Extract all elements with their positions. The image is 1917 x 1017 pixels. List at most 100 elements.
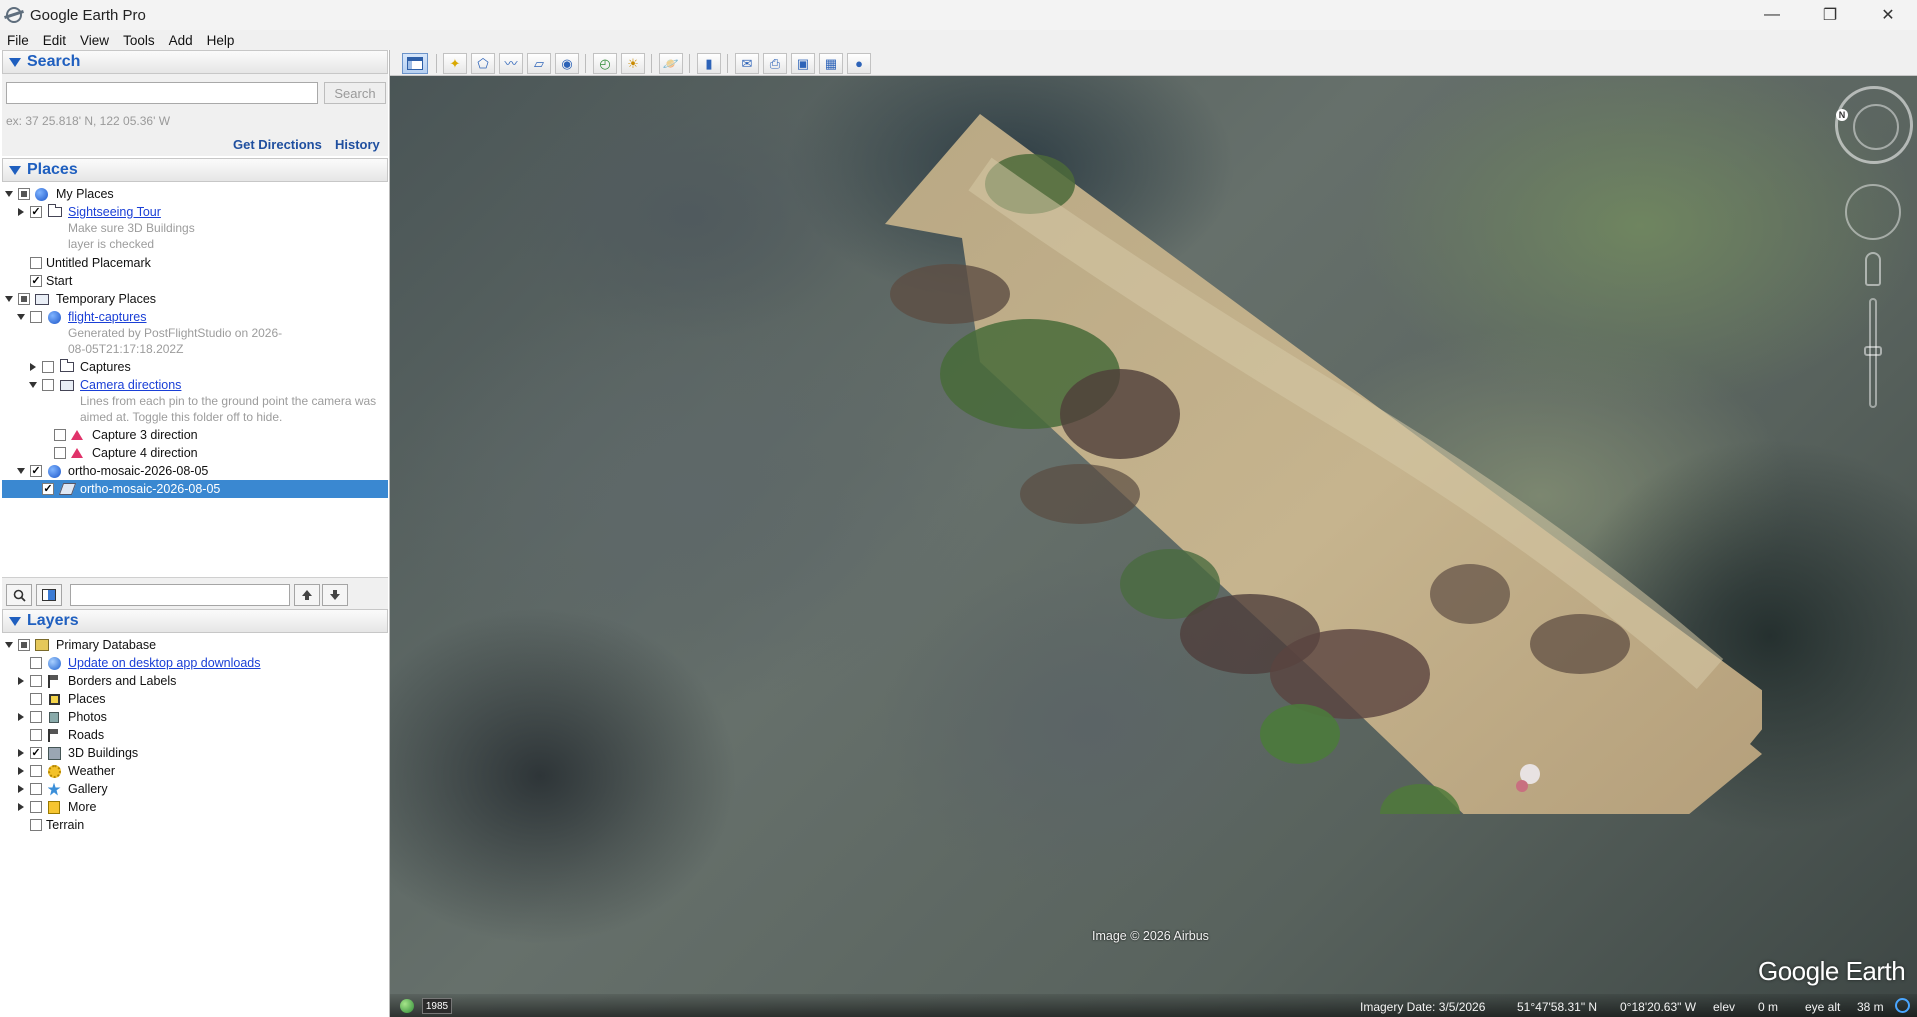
search-places-button[interactable] xyxy=(6,584,32,606)
flight-captures-link[interactable]: flight-captures xyxy=(68,310,147,324)
sightseeing-tour-link[interactable]: Sightseeing Tour xyxy=(68,205,161,219)
menu-help[interactable]: Help xyxy=(200,33,242,48)
move-up-button[interactable] xyxy=(294,584,320,606)
capture-3-checkbox[interactable] xyxy=(54,429,66,441)
ruler-button[interactable]: ▮ xyxy=(697,53,721,74)
layer-3d-buildings[interactable]: ✓ 3D Buildings xyxy=(2,744,388,762)
expand-arrow-icon[interactable] xyxy=(16,313,25,322)
north-indicator-icon[interactable]: N xyxy=(1836,109,1848,121)
menu-tools[interactable]: Tools xyxy=(116,33,162,48)
my-places-checkbox[interactable] xyxy=(18,188,30,200)
expand-arrow-icon[interactable] xyxy=(16,767,25,776)
ortho-folder-checkbox[interactable]: ✓ xyxy=(30,465,42,477)
borders-checkbox[interactable] xyxy=(30,675,42,687)
update-checkbox[interactable] xyxy=(30,657,42,669)
layer-roads[interactable]: Roads xyxy=(2,726,388,744)
tree-item-ortho-overlay[interactable]: ✓ ortho-mosaic-2026-08-05 xyxy=(2,480,388,498)
switch-planet-button[interactable]: 🪐 xyxy=(659,53,683,74)
street-view-pegman-icon[interactable] xyxy=(1865,252,1881,286)
print-button[interactable]: ⎙ xyxy=(763,53,787,74)
search-section-header[interactable]: Search xyxy=(2,50,388,74)
sightseeing-checkbox[interactable]: ✓ xyxy=(30,206,42,218)
record-tour-button[interactable]: ◉ xyxy=(555,53,579,74)
untitled-placemark-checkbox[interactable] xyxy=(30,257,42,269)
capture-4-checkbox[interactable] xyxy=(54,447,66,459)
expand-arrow-icon[interactable] xyxy=(16,467,25,476)
map-view[interactable]: Image © 2026 Airbus Google Earth N 1985 … xyxy=(390,76,1917,1017)
layer-places[interactable]: Places xyxy=(2,690,388,708)
tree-item-capture-3-direction[interactable]: Capture 3 direction xyxy=(2,426,388,444)
layer-primary-database[interactable]: Primary Database xyxy=(2,636,388,654)
save-image-button[interactable]: ▣ xyxy=(791,53,815,74)
expand-arrow-icon[interactable] xyxy=(16,803,25,812)
expand-arrow-icon[interactable] xyxy=(16,749,25,758)
sidebar-toggle-button[interactable] xyxy=(402,53,428,74)
gallery-checkbox[interactable] xyxy=(30,783,42,795)
add-path-button[interactable]: 〰 xyxy=(499,53,523,74)
layer-more[interactable]: More xyxy=(2,798,388,816)
tree-item-start[interactable]: ✓ Start xyxy=(2,272,388,290)
add-image-overlay-button[interactable]: ▱ xyxy=(527,53,551,74)
menu-add[interactable]: Add xyxy=(162,33,200,48)
expand-arrow-icon[interactable] xyxy=(28,363,37,372)
flight-captures-checkbox[interactable] xyxy=(30,311,42,323)
menu-view[interactable]: View xyxy=(73,33,116,48)
layer-update-downloads[interactable]: Update on desktop app downloads xyxy=(2,654,388,672)
compass-ring[interactable] xyxy=(1835,86,1913,164)
layer-terrain[interactable]: Terrain xyxy=(2,816,388,834)
places-section-header[interactable]: Places xyxy=(2,158,388,182)
tree-item-sightseeing-tour[interactable]: ✓ Sightseeing Tour xyxy=(2,203,388,221)
roads-checkbox[interactable] xyxy=(30,729,42,741)
temporary-places-checkbox[interactable] xyxy=(18,293,30,305)
tree-item-captures[interactable]: Captures xyxy=(2,358,388,376)
captures-checkbox[interactable] xyxy=(42,361,54,373)
search-button[interactable]: Search xyxy=(324,82,386,104)
tree-item-capture-4-direction[interactable]: Capture 4 direction xyxy=(2,444,388,462)
menu-edit[interactable]: Edit xyxy=(36,33,73,48)
minimize-button[interactable]: — xyxy=(1743,0,1801,30)
buildings-checkbox[interactable]: ✓ xyxy=(30,747,42,759)
email-button[interactable]: ✉ xyxy=(735,53,759,74)
zoom-slider-thumb[interactable] xyxy=(1864,346,1882,356)
expand-arrow-icon[interactable] xyxy=(16,208,25,217)
expand-arrow-icon[interactable] xyxy=(28,381,37,390)
close-button[interactable]: ✕ xyxy=(1859,0,1917,30)
move-down-button[interactable] xyxy=(322,584,348,606)
tree-item-temporary-places[interactable]: Temporary Places xyxy=(2,290,388,308)
layer-weather[interactable]: Weather xyxy=(2,762,388,780)
weather-checkbox[interactable] xyxy=(30,765,42,777)
update-downloads-link[interactable]: Update on desktop app downloads xyxy=(68,656,261,670)
add-polygon-button[interactable]: ⬠ xyxy=(471,53,495,74)
layer-borders-labels[interactable]: Borders and Labels xyxy=(2,672,388,690)
primary-database-checkbox[interactable] xyxy=(18,639,30,651)
expand-arrow-icon[interactable] xyxy=(4,295,13,304)
start-checkbox[interactable]: ✓ xyxy=(30,275,42,287)
expand-arrow-icon[interactable] xyxy=(16,677,25,686)
historical-imagery-icon[interactable] xyxy=(400,999,414,1013)
imagery-year-badge[interactable]: 1985 xyxy=(422,998,452,1014)
places-layer-checkbox[interactable] xyxy=(30,693,42,705)
move-joystick[interactable] xyxy=(1845,184,1901,240)
add-placemark-button[interactable]: ✦ xyxy=(443,53,467,74)
tree-item-untitled-placemark[interactable]: Untitled Placemark xyxy=(2,254,388,272)
history-link[interactable]: History xyxy=(335,137,380,152)
expand-arrow-icon[interactable] xyxy=(4,641,13,650)
layers-section-header[interactable]: Layers xyxy=(2,609,388,633)
tree-item-flight-captures[interactable]: flight-captures xyxy=(2,308,388,326)
camera-directions-link[interactable]: Camera directions xyxy=(80,378,181,392)
expand-arrow-icon[interactable] xyxy=(16,713,25,722)
view-in-maps-button[interactable]: ▦ xyxy=(819,53,843,74)
search-input[interactable] xyxy=(6,82,318,104)
tree-item-ortho-folder[interactable]: ✓ ortho-mosaic-2026-08-05 xyxy=(2,462,388,480)
more-checkbox[interactable] xyxy=(30,801,42,813)
menu-file[interactable]: File xyxy=(0,33,36,48)
ortho-overlay-checkbox[interactable]: ✓ xyxy=(42,483,54,495)
layer-gallery[interactable]: Gallery xyxy=(2,780,388,798)
camera-directions-checkbox[interactable] xyxy=(42,379,54,391)
terrain-checkbox[interactable] xyxy=(30,819,42,831)
tree-item-camera-directions[interactable]: Camera directions xyxy=(2,376,388,394)
get-directions-link[interactable]: Get Directions xyxy=(233,137,322,152)
maximize-button[interactable]: ❐ xyxy=(1801,0,1859,30)
expand-arrow-icon[interactable] xyxy=(16,785,25,794)
layer-photos[interactable]: Photos xyxy=(2,708,388,726)
